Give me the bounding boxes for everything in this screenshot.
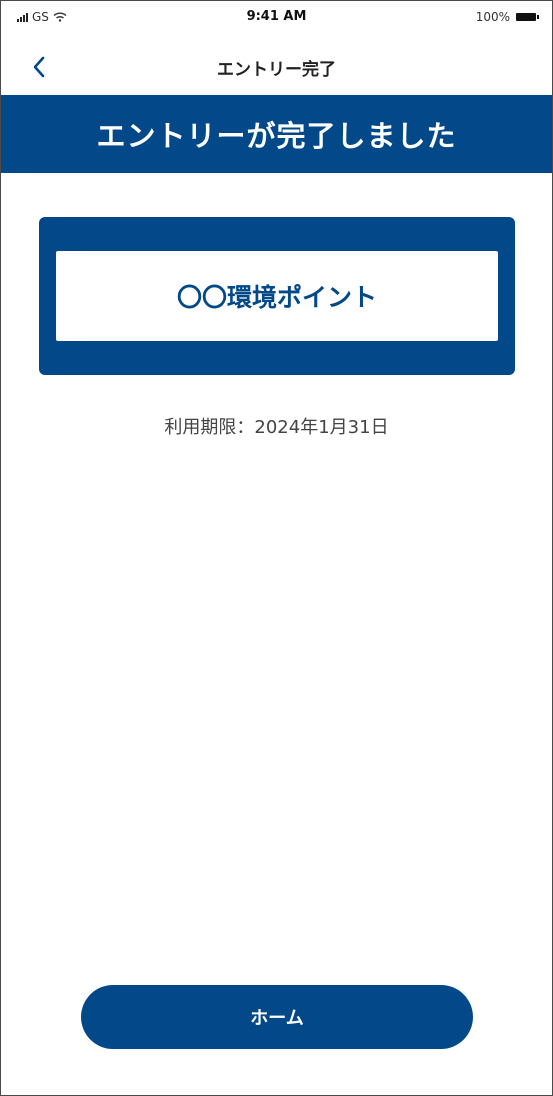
completion-message: エントリーが完了しました xyxy=(96,119,457,153)
expiry-date: 利用期限：2024年1月31日 xyxy=(164,417,389,438)
points-name: 〇〇環境ポイント xyxy=(176,283,377,312)
phone-screen: GS 9:41 AM 100% エントリー完了 エントリーが完了しました 〇〇環… xyxy=(0,0,553,1096)
home-button-label: ホーム xyxy=(250,1008,304,1029)
points-card-inner: 〇〇環境ポイント xyxy=(56,251,498,341)
page-title: エントリー完了 xyxy=(217,60,336,80)
points-card: 〇〇環境ポイント xyxy=(39,217,515,375)
battery-icon xyxy=(516,13,539,21)
home-button[interactable]: ホーム xyxy=(81,985,473,1049)
status-time: 9:41 AM xyxy=(246,9,307,24)
completion-banner: エントリーが完了しました xyxy=(1,95,552,173)
nav-bar: エントリー完了 xyxy=(1,41,552,93)
status-bar: GS 9:41 AM 100% xyxy=(1,1,552,37)
status-right: 100% xyxy=(475,10,539,24)
battery-percent: 100% xyxy=(475,10,510,24)
